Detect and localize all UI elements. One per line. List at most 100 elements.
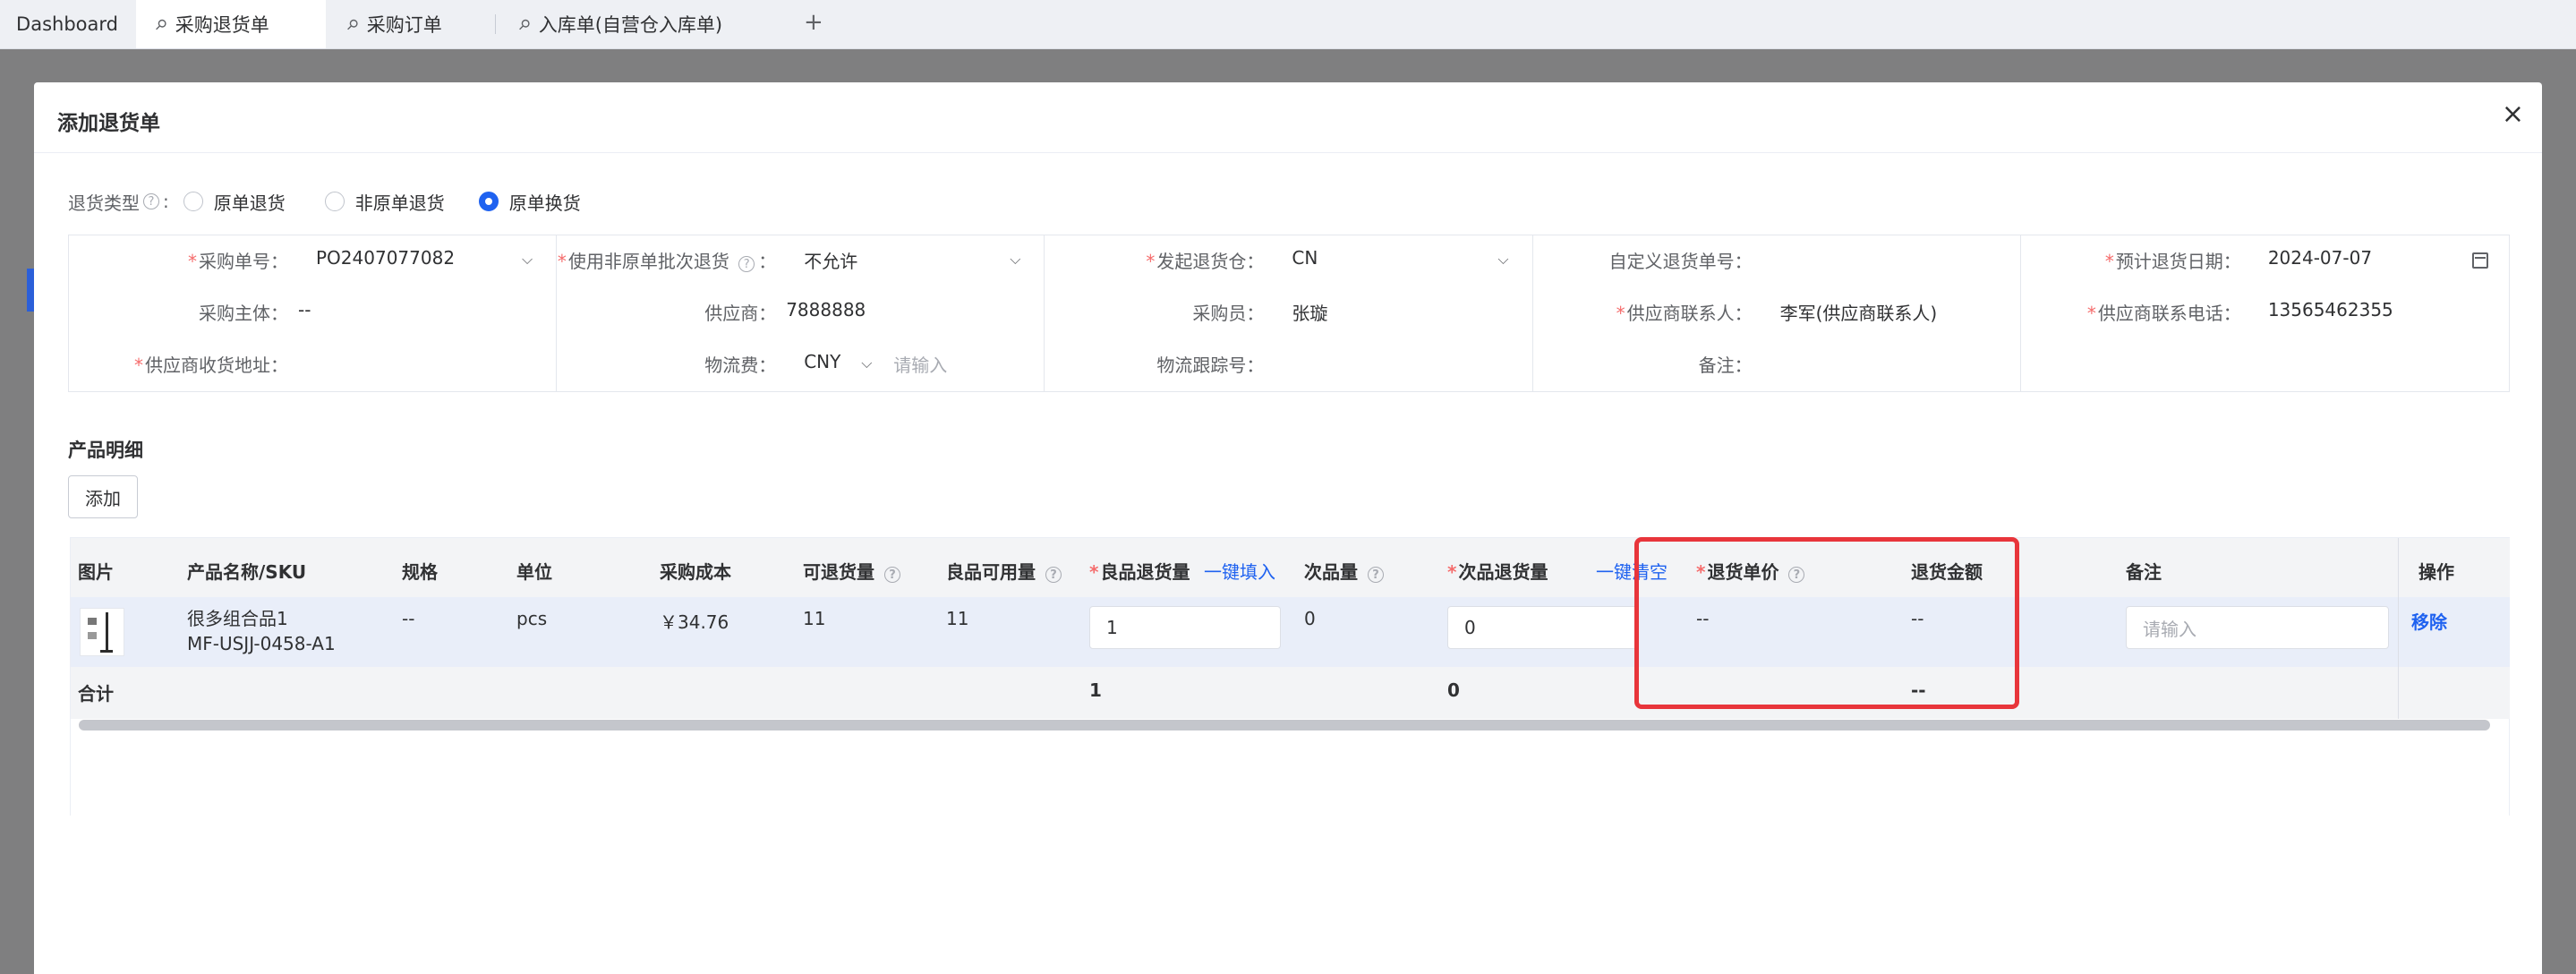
pin-icon: ⚲ bbox=[342, 14, 363, 34]
supplier-contact-label: * 供应商联系人： bbox=[1616, 303, 1753, 324]
help-icon: ? bbox=[883, 567, 900, 583]
radio-circle-selected[interactable] bbox=[478, 192, 499, 211]
po-number-label: * 采购单号： bbox=[188, 251, 288, 272]
logistics-fee-field: 物流费： CNY ⌵ 请输入 bbox=[557, 351, 1045, 378]
info-column-1: * 采购单号： PO2407077082 ⌵ 采购主体： -- * 供应商收货地址： bbox=[69, 235, 558, 391]
return-type-label: 退货类型 bbox=[68, 192, 140, 214]
purchase-subject-field: 采购主体： -- bbox=[69, 299, 557, 326]
supplier-address-label: * 供应商收货地址： bbox=[134, 355, 288, 376]
remark-label: 备注： bbox=[1698, 355, 1753, 376]
logistics-fee-label: 物流费： bbox=[704, 355, 777, 376]
tab-divider bbox=[495, 14, 496, 34]
chevron-down-icon[interactable]: ⌵ bbox=[1497, 251, 1508, 269]
product-name-sku: 很多组合品1 MF-USJJ-0458-A1 bbox=[187, 606, 336, 656]
supplier-phone-value[interactable]: 13565462355 bbox=[2268, 299, 2393, 320]
custom-return-number-input[interactable] bbox=[1780, 247, 2004, 274]
modal-title: 添加退货单 bbox=[57, 112, 160, 135]
fill-all-link[interactable]: 一键填入 bbox=[1204, 558, 1275, 584]
clear-all-link[interactable]: 一键清空 bbox=[1596, 558, 1668, 584]
close-icon[interactable]: × bbox=[2502, 98, 2524, 130]
action-row-cell: 移除 bbox=[2399, 597, 2510, 667]
table-header: 图片 产品名称/SKU 规格 单位 采购成本 可退货量 ? 良品可用量 ? * 良… bbox=[71, 538, 2509, 597]
defect-return-qty-input[interactable]: 0 bbox=[1447, 606, 1639, 649]
col-unit: 单位 bbox=[516, 561, 552, 583]
modal-header: 添加退货单 × bbox=[34, 82, 2542, 153]
supplier-phone-label: * 供应商联系电话： bbox=[2086, 303, 2241, 324]
logistics-fee-input[interactable]: 请输入 bbox=[893, 351, 947, 377]
expected-date-picker[interactable]: 2024-07-07 bbox=[2268, 247, 2372, 269]
col-remark: 备注 bbox=[2126, 561, 2162, 583]
chevron-down-icon[interactable]: ⌵ bbox=[861, 355, 872, 372]
info-column-5: * 预计退货日期： 2024-07-07 * 供应商联系电话： 1356546235… bbox=[2021, 235, 2509, 391]
cell-unit: pcs bbox=[516, 608, 548, 629]
supplier-value: 7888888 bbox=[786, 299, 866, 320]
table-horizontal-scrollbar[interactable] bbox=[79, 720, 2490, 730]
tab-bar: Dashboard ⚲ 采购退货单 ⚲ 采购订单 ⚲ 入库单(自营仓入库单) + bbox=[0, 0, 2576, 49]
non-original-batch-select[interactable]: 不允许 bbox=[804, 247, 857, 273]
action-header-cell: 操作 bbox=[2399, 538, 2510, 597]
product-thumbnail bbox=[80, 608, 124, 656]
warehouse-select[interactable]: CN bbox=[1292, 247, 1318, 269]
add-product-button[interactable]: 添加 bbox=[68, 475, 138, 518]
tab-purchase-return[interactable]: ⚲ 采购退货单 bbox=[136, 0, 326, 48]
cell-return-amount: -- bbox=[1911, 608, 1924, 629]
return-type-colon: : bbox=[163, 191, 169, 212]
tracking-number-field: 物流跟踪号： bbox=[1045, 351, 1532, 378]
calendar-icon[interactable] bbox=[2471, 252, 2488, 269]
cell-returnable-qty: 11 bbox=[803, 608, 826, 629]
col-returnable-qty: 可退货量 ? bbox=[803, 558, 904, 584]
product-sku: MF-USJJ-0458-A1 bbox=[187, 633, 336, 654]
col-return-price: * 退货单价 ? bbox=[1696, 558, 1808, 584]
remark-field: 备注： bbox=[1533, 351, 2021, 378]
buyer-field: 采购员： 张璇 bbox=[1045, 299, 1532, 326]
pin-icon: ⚲ bbox=[150, 14, 171, 34]
col-action: 操作 bbox=[2418, 561, 2454, 583]
add-tab-icon[interactable]: + bbox=[804, 9, 823, 36]
remark-input[interactable] bbox=[1780, 351, 2004, 378]
remove-link[interactable]: 移除 bbox=[2411, 608, 2447, 634]
non-original-batch-field: * 使用非原单批次退货 ?： 不允许 ⌵ bbox=[557, 247, 1045, 274]
help-icon: ? bbox=[1045, 567, 1062, 583]
buyer-value: 张璇 bbox=[1292, 303, 1328, 324]
tab-dashboard[interactable]: Dashboard bbox=[0, 0, 134, 48]
tab-inbound-order[interactable]: ⚲ 入库单(自营仓入库单) bbox=[498, 0, 784, 48]
tab-label: 入库单(自营仓入库单) bbox=[538, 14, 723, 36]
radio-non-original-return[interactable]: 非原单退货 bbox=[324, 189, 445, 215]
action-summary-cell bbox=[2399, 667, 2510, 719]
supplier-contact-field: * 供应商联系人： 李军(供应商联系人) bbox=[1533, 299, 2021, 326]
cell-cost: ￥34.76 bbox=[660, 611, 729, 633]
buyer-label: 采购员： bbox=[1192, 303, 1265, 324]
info-column-3: * 发起退货仓： CN ⌵ 采购员： 张璇 物流跟踪号： bbox=[1045, 235, 1533, 391]
radio-label: 原单退货 bbox=[213, 192, 286, 214]
chevron-down-icon[interactable]: ⌵ bbox=[1010, 251, 1020, 269]
col-defect-qty: 次品量 ? bbox=[1304, 558, 1387, 584]
chevron-down-icon[interactable]: ⌵ bbox=[522, 251, 533, 269]
tab-purchase-order[interactable]: ⚲ 采购订单 bbox=[326, 0, 496, 48]
radio-original-exchange[interactable]: 原单换货 bbox=[478, 189, 581, 215]
tracking-number-input[interactable] bbox=[1292, 351, 1515, 378]
product-section-title: 产品明细 bbox=[68, 440, 143, 461]
summary-good-return: 1 bbox=[1089, 679, 1102, 701]
radio-original-return[interactable]: 原单退货 bbox=[183, 189, 286, 215]
currency-select[interactable]: CNY bbox=[804, 351, 840, 372]
col-image: 图片 bbox=[78, 561, 114, 583]
summary-amount: -- bbox=[1911, 679, 1926, 701]
return-info-grid: * 采购单号： PO2407077082 ⌵ 采购主体： -- * 供应商收货地址：… bbox=[68, 235, 2510, 392]
purchase-subject-value: -- bbox=[298, 299, 311, 320]
non-original-batch-label: * 使用非原单批次退货 ?： bbox=[557, 251, 777, 272]
radio-circle[interactable] bbox=[324, 192, 345, 211]
info-column-2: * 使用非原单批次退货 ?： 不允许 ⌵ 供应商： 7888888 物流费： CN… bbox=[557, 235, 1045, 391]
col-defect-return-qty: * 次品退货量 bbox=[1447, 561, 1548, 583]
good-return-qty-input[interactable]: 1 bbox=[1089, 606, 1281, 649]
tracking-number-label: 物流跟踪号： bbox=[1156, 355, 1265, 376]
product-table: 图片 产品名称/SKU 规格 单位 采购成本 可退货量 ? 良品可用量 ? * 良… bbox=[70, 537, 2510, 816]
po-number-field: * 采购单号： PO2407077082 ⌵ bbox=[69, 247, 557, 274]
tab-label: Dashboard bbox=[16, 13, 118, 35]
radio-label: 原单换货 bbox=[508, 192, 581, 214]
po-number-select[interactable]: PO2407077082 bbox=[316, 247, 455, 269]
radio-circle[interactable] bbox=[183, 192, 203, 211]
help-icon: ? bbox=[738, 256, 755, 272]
supplier-contact-value[interactable]: 李军(供应商联系人) bbox=[1780, 299, 1938, 325]
row-remark-input[interactable]: 请输入 bbox=[2126, 606, 2389, 649]
help-icon: ? bbox=[1788, 567, 1805, 583]
